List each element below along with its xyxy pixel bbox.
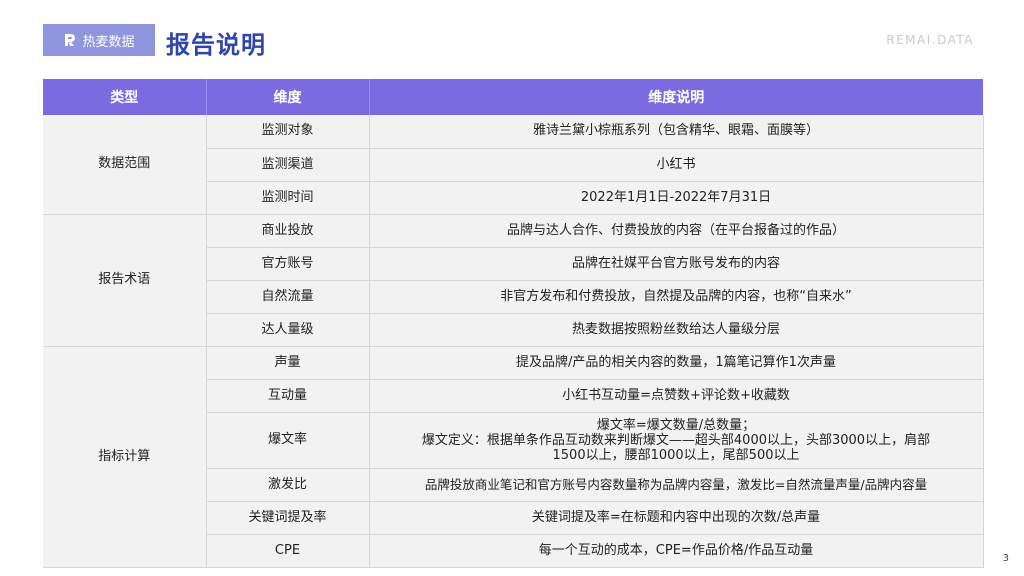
page-title: 报告说明 — [166, 31, 266, 59]
description-cell: 热麦数据按照粉丝数给达人量级分层 — [369, 313, 984, 347]
header-description: 维度说明 — [369, 79, 983, 115]
table-header-row: 类型 维度 维度说明 — [43, 79, 983, 115]
description-line: 爆文定义：根据单条作品互动数来判断爆文——超头部4000以上，头部3000以上，… — [421, 432, 931, 448]
description-line: 1500以上，腰部1000以上，尾部500以上 — [552, 447, 800, 463]
dimension-cell: 官方账号 — [206, 247, 370, 281]
header-type: 类型 — [43, 79, 207, 115]
dimension-cell: 监测对象 — [206, 115, 370, 149]
page-number: 3 — [1002, 553, 1009, 564]
report-table: 类型 维度 维度说明 数据范围 监测对象 雅诗兰黛小棕瓶系列（包含精华、眼霜、面… — [43, 79, 984, 568]
dimension-cell: 互动量 — [206, 379, 370, 413]
description-cell: 爆文率=爆文数量/总数量； 爆文定义：根据单条作品互动数来判断爆文——超头部40… — [369, 412, 984, 469]
description-line: 爆文率=爆文数量/总数量； — [596, 417, 756, 433]
dimension-cell: 监测渠道 — [206, 148, 370, 182]
group-type-cell: 报告术语 — [43, 214, 207, 347]
description-cell: 关键词提及率=在标题和内容中出现的次数/总声量 — [369, 501, 984, 535]
brand-logo: 热麦数据 — [43, 24, 155, 56]
logo-text: 热麦数据 — [82, 34, 135, 50]
description-cell: 品牌投放商业笔记和官方账号内容数量称为品牌内容量，激发比=自然流量声量/品牌内容… — [369, 468, 984, 502]
description-cell: 小红书 — [369, 148, 984, 182]
description-cell: 非官方发布和付费投放，自然提及品牌的内容，也称“自来水” — [369, 280, 984, 314]
dimension-cell: 自然流量 — [206, 280, 370, 314]
group-type-cell: 数据范围 — [43, 115, 207, 215]
logo-icon — [65, 34, 76, 46]
description-cell: 品牌在社媒平台官方账号发布的内容 — [369, 247, 984, 281]
table-row: 指标计算 声量 提及品牌/产品的相关内容的数量，1篇笔记算作1次声量 — [43, 346, 984, 568]
description-cell: 每一个互动的成本，CPE=作品价格/作品互动量 — [369, 534, 984, 568]
dimension-cell: 商业投放 — [206, 214, 370, 248]
group-type-cell: 指标计算 — [43, 346, 207, 568]
description-cell: 小红书互动量=点赞数+评论数+收藏数 — [369, 379, 984, 413]
dimension-cell: 监测时间 — [206, 181, 370, 215]
description-cell: 雅诗兰黛小棕瓶系列（包含精华、眼霜、面膜等） — [369, 115, 984, 149]
dimension-cell: 达人量级 — [206, 313, 370, 347]
dimension-cell: 激发比 — [206, 468, 370, 502]
dimension-cell: CPE — [206, 534, 370, 568]
description-cell: 提及品牌/产品的相关内容的数量，1篇笔记算作1次声量 — [369, 346, 984, 380]
table-row: 报告术语 商业投放 品牌与达人合作、付费投放的内容（在平台报备过的作品） — [43, 214, 984, 347]
dimension-cell: 关键词提及率 — [206, 501, 370, 535]
dimension-cell: 爆文率 — [206, 412, 370, 469]
brand-watermark: REMAI.DATA — [886, 33, 974, 47]
dimension-cell: 声量 — [206, 346, 370, 380]
description-cell: 品牌与达人合作、付费投放的内容（在平台报备过的作品） — [369, 214, 984, 248]
table-row: 数据范围 监测对象 雅诗兰黛小棕瓶系列（包含精华、眼霜、面膜等） — [43, 115, 984, 215]
description-cell: 2022年1月1日-2022年7月31日 — [369, 181, 984, 215]
header-dimension: 维度 — [206, 79, 370, 115]
